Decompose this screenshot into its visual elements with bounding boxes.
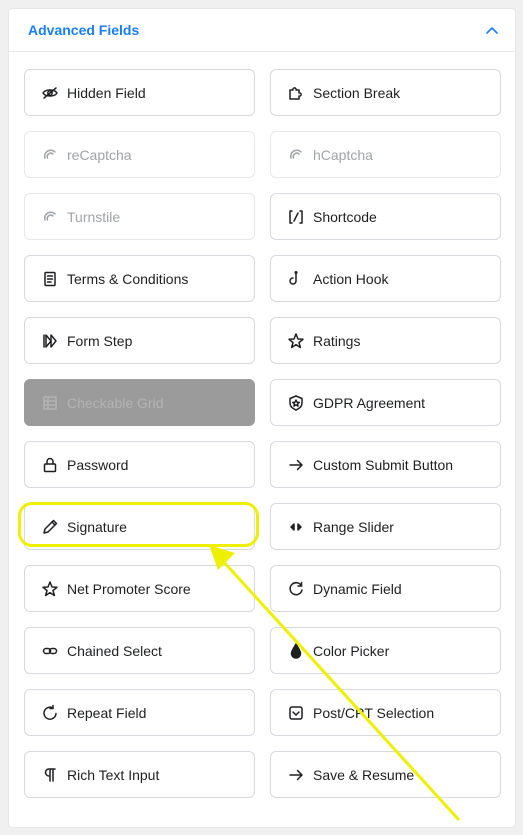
field-label: Rich Text Input [67, 766, 160, 783]
field-ratings[interactable]: Ratings [270, 317, 501, 364]
field-section-break[interactable]: Section Break [270, 69, 501, 116]
shield-icon [287, 394, 305, 412]
repeat-icon [41, 704, 59, 722]
field-save-resume[interactable]: Save & Resume [270, 751, 501, 798]
post-icon [287, 704, 305, 722]
field-custom-submit-button[interactable]: Custom Submit Button [270, 441, 501, 488]
panel-header[interactable]: Advanced Fields [9, 9, 515, 52]
document-icon [41, 270, 59, 288]
arrow-right-icon [287, 766, 305, 784]
field-label: Repeat Field [67, 704, 147, 721]
field-label: Turnstile [67, 208, 121, 225]
field-range-slider[interactable]: Range Slider [270, 503, 501, 550]
turnstile-icon [41, 208, 59, 226]
field-label: Save & Resume [313, 766, 415, 783]
field-hcaptcha[interactable]: hCaptcha [270, 131, 501, 178]
hcaptcha-icon [287, 146, 305, 164]
eye-slash-icon [41, 84, 59, 102]
field-label: GDPR Agreement [313, 394, 426, 411]
paragraph-icon [41, 766, 59, 784]
field-label: Section Break [313, 84, 401, 101]
field-label: Form Step [67, 332, 133, 349]
advanced-fields-panel: Advanced Fields Hidden Field Section Bre… [8, 8, 516, 828]
field-label: Post/CPT Selection [313, 704, 435, 721]
pen-icon [41, 518, 59, 536]
recaptcha-icon [41, 146, 59, 164]
field-net-promoter-score[interactable]: Net Promoter Score [24, 565, 255, 612]
range-icon [287, 518, 305, 536]
field-label: Range Slider [313, 518, 394, 535]
refresh-icon [287, 580, 305, 598]
field-hidden-field[interactable]: Hidden Field [24, 69, 255, 116]
field-label: Signature [67, 518, 127, 535]
field-turnstile[interactable]: Turnstile [24, 193, 255, 240]
step-forward-icon [41, 332, 59, 350]
star-outline-icon [41, 580, 59, 598]
field-form-step[interactable]: Form Step [24, 317, 255, 364]
chevron-up-icon[interactable] [483, 22, 501, 40]
field-terms-conditions[interactable]: Terms & Conditions [24, 255, 255, 302]
hook-icon [287, 270, 305, 288]
field-label: Ratings [313, 332, 361, 349]
arrow-right-icon [287, 456, 305, 474]
field-label: Password [67, 456, 129, 473]
drop-icon [287, 642, 305, 660]
panel-title: Advanced Fields [28, 22, 140, 38]
field-chained-select[interactable]: Chained Select [24, 627, 255, 674]
field-repeat-field[interactable]: Repeat Field [24, 689, 255, 736]
field-label: Shortcode [313, 208, 377, 225]
field-label: Hidden Field [67, 84, 146, 101]
field-password[interactable]: Password [24, 441, 255, 488]
field-label: Terms & Conditions [67, 270, 189, 287]
star-icon [287, 332, 305, 350]
field-shortcode[interactable]: Shortcode [270, 193, 501, 240]
puzzle-icon [287, 84, 305, 102]
grid-icon [41, 394, 59, 412]
field-signature[interactable]: Signature [24, 503, 255, 550]
field-color-picker[interactable]: Color Picker [270, 627, 501, 674]
link-icon [41, 642, 59, 660]
field-dynamic-field[interactable]: Dynamic Field [270, 565, 501, 612]
field-label: Checkable Grid [67, 394, 164, 411]
field-rich-text-input[interactable]: Rich Text Input [24, 751, 255, 798]
shortcode-icon [287, 208, 305, 226]
field-label: Color Picker [313, 642, 390, 659]
field-recaptcha[interactable]: reCaptcha [24, 131, 255, 178]
field-label: Custom Submit Button [313, 456, 454, 473]
field-label: hCaptcha [313, 146, 373, 163]
field-checkable-grid[interactable]: Checkable Grid [24, 379, 255, 426]
field-label: reCaptcha [67, 146, 132, 163]
field-post-cpt-selection[interactable]: Post/CPT Selection [270, 689, 501, 736]
field-label: Net Promoter Score [67, 580, 191, 597]
field-action-hook[interactable]: Action Hook [270, 255, 501, 302]
field-label: Chained Select [67, 642, 162, 659]
field-label: Dynamic Field [313, 580, 402, 597]
field-gdpr-agreement[interactable]: GDPR Agreement [270, 379, 501, 426]
field-label: Action Hook [313, 270, 389, 287]
lock-icon [41, 456, 59, 474]
